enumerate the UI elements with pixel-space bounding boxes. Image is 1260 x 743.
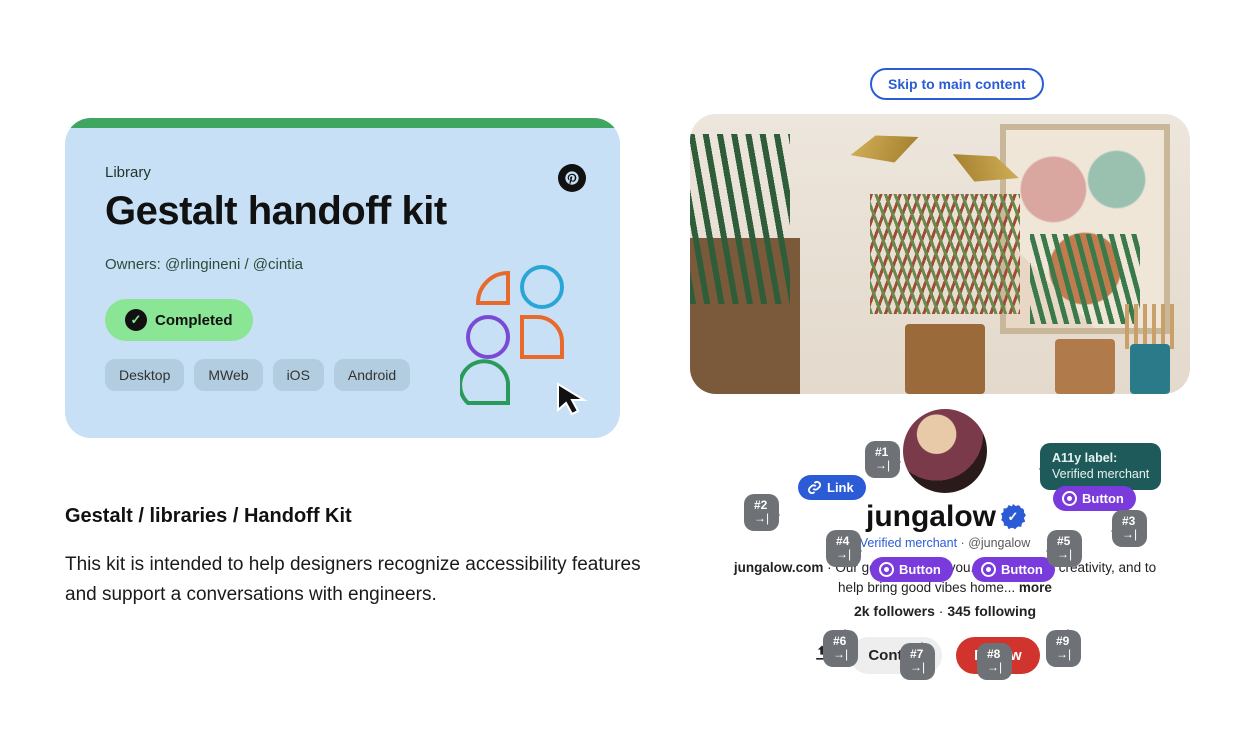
taborder-anno-3: #3→|	[1112, 510, 1147, 547]
bio-site[interactable]: jungalow.com	[734, 560, 824, 575]
taborder-anno-4: #4→|	[826, 530, 861, 567]
profile-name: jungalow	[866, 500, 996, 534]
plant-decor	[690, 134, 800, 394]
annotation-button-pill: Button	[972, 557, 1055, 582]
handoff-card: Library Gestalt handoff kit Owners: @rli…	[65, 118, 620, 438]
cursor-icon	[554, 380, 592, 418]
a11y-tooltip: A11y label: Verified merchant	[1040, 443, 1161, 490]
profile-name-row: jungalow ✓	[866, 500, 1024, 534]
check-circle-icon: ✓	[125, 309, 147, 331]
profile-handle: @jungalow	[968, 536, 1030, 550]
profile-preview: Skip to main content jungalow ✓ Verified…	[690, 68, 1200, 394]
breadcrumb: Gestalt / libraries / Handoff Kit	[65, 505, 655, 528]
card-eyebrow: Library	[105, 164, 580, 181]
radio-icon	[1062, 491, 1077, 506]
profile-hero-image	[690, 114, 1190, 394]
following-count[interactable]: 345 following	[947, 603, 1036, 619]
annotation-button-pill: Button	[870, 557, 953, 582]
tag-ios: iOS	[273, 359, 324, 391]
verified-badge-icon: ✓	[1002, 506, 1024, 528]
follow-counts: 2k followers · 345 following	[690, 603, 1200, 619]
tag-desktop: Desktop	[105, 359, 184, 391]
annotation-button-pill: Button	[1053, 486, 1136, 511]
verified-text: Verified merchant	[860, 536, 957, 550]
description-body: This kit is intended to help designers r…	[65, 550, 655, 611]
tag-mweb: MWeb	[194, 359, 262, 391]
brushpot-decor	[1120, 304, 1180, 394]
annotation-link-pill: Link	[798, 475, 866, 500]
skip-link[interactable]: Skip to main content	[870, 68, 1044, 100]
avatar[interactable]	[898, 404, 992, 498]
card-title: Gestalt handoff kit	[105, 189, 580, 234]
a11y-body: Verified merchant	[1052, 467, 1149, 481]
radio-icon	[879, 562, 894, 577]
taborder-anno-5: #5→|	[1047, 530, 1082, 567]
taborder-anno-2: #2→|	[744, 494, 779, 531]
pinterest-icon	[558, 164, 586, 192]
status-label: Completed	[155, 312, 233, 329]
taborder-anno-8: #8→|	[977, 643, 1012, 680]
radio-icon	[981, 562, 996, 577]
tag-android: Android	[334, 359, 410, 391]
taborder-anno-7: #7→|	[900, 643, 935, 680]
card-accent-bar	[65, 118, 620, 128]
taborder-anno-6: #6→|	[823, 630, 858, 667]
profile-actions: Contact Follow •••	[690, 637, 1200, 674]
plant-decor	[870, 194, 1020, 394]
followers-count[interactable]: 2k followers	[854, 603, 935, 619]
taborder-anno-1: #1→|	[865, 441, 900, 478]
a11y-title: A11y label:	[1052, 450, 1149, 466]
gold-bird-decor	[848, 128, 922, 170]
description-block: Gestalt / libraries / Handoff Kit This k…	[65, 505, 655, 611]
taborder-anno-9: #9→|	[1046, 630, 1081, 667]
status-pill: ✓ Completed	[105, 299, 253, 341]
